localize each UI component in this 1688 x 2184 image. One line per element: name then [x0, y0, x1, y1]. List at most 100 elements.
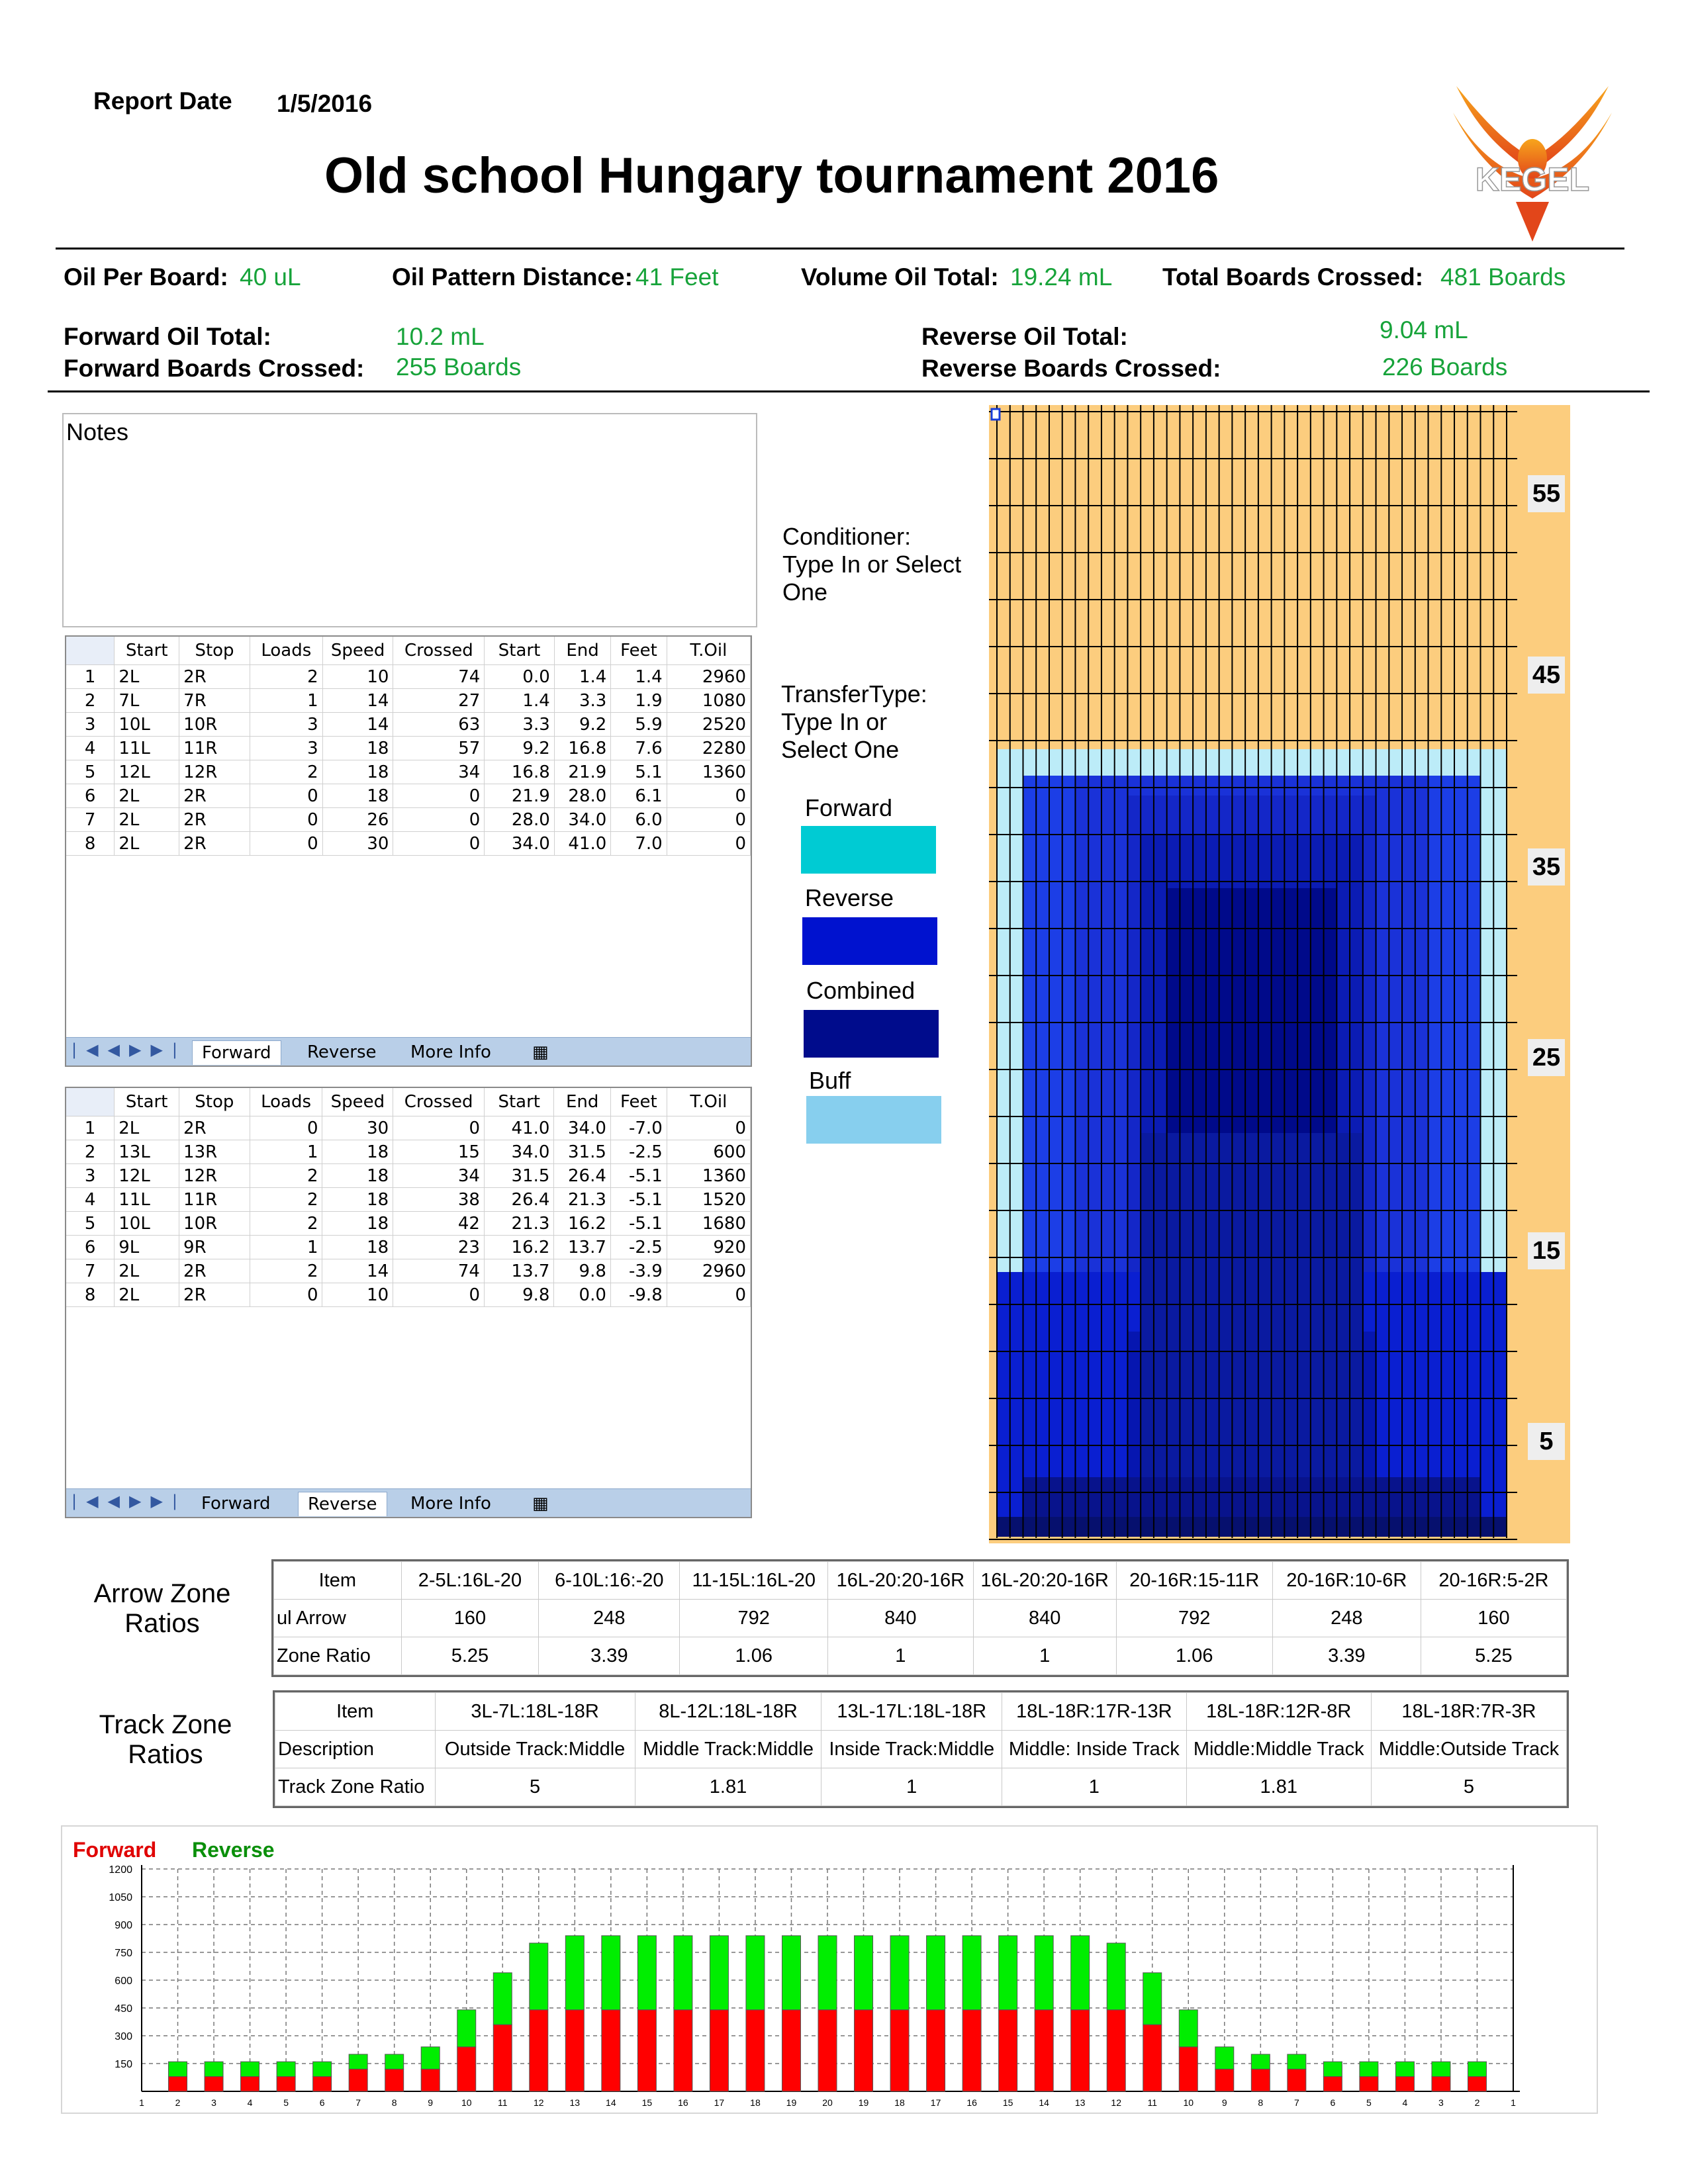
table-cell[interactable]: 2L — [114, 1259, 180, 1283]
table-cell[interactable]: 0 — [393, 1283, 485, 1307]
conditioner-field[interactable]: Conditioner: Type In or Select One — [782, 523, 961, 606]
table-row[interactable]: 3 12L 12R 2 18 34 31.5 26.4 -5.1 1360 — [66, 1163, 751, 1188]
table-cell[interactable]: 18 — [322, 1187, 394, 1212]
table-cell[interactable]: 3.3 — [484, 712, 555, 737]
table-cell[interactable]: 1360 — [667, 1163, 751, 1188]
table-cell[interactable]: 57 — [393, 736, 485, 760]
table-cell[interactable]: 21.3 — [484, 1211, 555, 1236]
table-cell[interactable]: 9.2 — [484, 736, 555, 760]
table-cell[interactable]: 34.0 — [484, 1140, 555, 1164]
table-row[interactable]: 2 13L 13R 1 18 15 34.0 31.5 -2.5 600 — [66, 1140, 751, 1164]
table-row[interactable]: 2 7L 7R 1 14 27 1.4 3.3 1.9 1080 — [66, 688, 751, 713]
table-cell[interactable]: 74 — [393, 1259, 485, 1283]
table-cell[interactable]: 16.8 — [484, 760, 555, 784]
table-cell[interactable]: 10L — [114, 1211, 180, 1236]
table-cell[interactable]: 1080 — [667, 688, 751, 713]
table-cell[interactable]: 7.6 — [610, 736, 667, 760]
tab-forward[interactable]: Forward — [192, 1492, 280, 1516]
table-cell[interactable]: -2.5 — [610, 1140, 667, 1164]
table-cell[interactable]: 2R — [179, 784, 250, 808]
table-cell[interactable]: 1 — [250, 1140, 323, 1164]
table-cell[interactable]: 2R — [179, 831, 250, 856]
table-cell[interactable]: 1360 — [667, 760, 751, 784]
table-cell[interactable]: 1520 — [667, 1187, 751, 1212]
table-cell[interactable]: 10 — [322, 664, 394, 689]
table-cell[interactable]: 34.0 — [484, 831, 555, 856]
table-cell[interactable]: 2 — [250, 1187, 323, 1212]
graph-corner-icon[interactable] — [990, 408, 1001, 421]
table-cell[interactable]: 2R — [179, 1116, 250, 1140]
table-row[interactable]: 5 12L 12R 2 18 34 16.8 21.9 5.1 1360 — [66, 760, 751, 784]
table-cell[interactable]: 12R — [179, 760, 250, 784]
table-cell[interactable]: -5.1 — [610, 1187, 667, 1212]
table-cell[interactable]: 34.0 — [554, 807, 612, 832]
add-sheet-icon[interactable]: ▦ — [523, 1040, 558, 1064]
table-row[interactable]: 1 2L 2R 0 30 0 41.0 34.0 -7.0 0 — [66, 1116, 751, 1140]
table-cell[interactable]: 18 — [322, 736, 394, 760]
notes-box[interactable]: Notes — [62, 413, 757, 627]
transfer-type-field[interactable]: TransferType: Type In or Select One — [781, 680, 927, 764]
table-cell[interactable]: 0 — [667, 831, 751, 856]
table-cell[interactable]: 28.0 — [484, 807, 555, 832]
record-nav-icons[interactable]: |◀◀▶▶| — [71, 1492, 187, 1510]
table-cell[interactable]: 18 — [322, 784, 394, 808]
table-cell[interactable]: 3.3 — [554, 688, 612, 713]
table-row[interactable]: 8 2L 2R 0 10 0 9.8 0.0 -9.8 0 — [66, 1283, 751, 1307]
table-cell[interactable]: 16.8 — [554, 736, 612, 760]
table-cell[interactable]: 41.0 — [484, 1116, 555, 1140]
table-cell[interactable]: 0.0 — [484, 664, 555, 689]
column-header[interactable]: Speed — [322, 1088, 394, 1116]
table-cell[interactable]: 27 — [393, 688, 485, 713]
table-cell[interactable]: 10 — [322, 1283, 394, 1307]
column-header[interactable]: Start — [484, 1088, 555, 1116]
table-cell[interactable]: 38 — [393, 1187, 485, 1212]
table-cell[interactable]: -3.9 — [610, 1259, 667, 1283]
table-cell[interactable]: 23 — [393, 1235, 485, 1259]
table-cell[interactable]: 9.2 — [554, 712, 612, 737]
table-cell[interactable]: 26 — [322, 807, 394, 832]
table-cell[interactable]: 18 — [322, 1235, 394, 1259]
table-cell[interactable]: 0 — [393, 1116, 485, 1140]
table-cell[interactable]: 9R — [179, 1235, 250, 1259]
column-header[interactable]: Crossed — [393, 637, 485, 665]
add-sheet-icon[interactable]: ▦ — [523, 1492, 558, 1516]
table-cell[interactable]: 21.9 — [554, 760, 612, 784]
table-cell[interactable]: 2R — [179, 1259, 250, 1283]
table-cell[interactable]: 13.7 — [484, 1259, 555, 1283]
table-cell[interactable]: 2960 — [667, 664, 751, 689]
table-cell[interactable]: 7L — [114, 688, 180, 713]
table-cell[interactable]: 12L — [114, 1163, 180, 1188]
table-cell[interactable]: 9.8 — [484, 1283, 555, 1307]
table-cell[interactable]: 0 — [667, 784, 751, 808]
table-cell[interactable]: 30 — [322, 831, 394, 856]
table-cell[interactable]: 0 — [667, 1116, 751, 1140]
table-cell[interactable]: 74 — [393, 664, 485, 689]
table-row[interactable]: 4 11L 11R 3 18 57 9.2 16.8 7.6 2280 — [66, 736, 751, 760]
table-cell[interactable]: 18 — [322, 1163, 394, 1188]
table-cell[interactable]: 0 — [393, 831, 485, 856]
tab-forward[interactable]: Forward — [192, 1040, 281, 1065]
table-cell[interactable]: 0 — [667, 1283, 751, 1307]
table-cell[interactable]: 26.4 — [553, 1163, 611, 1188]
table-cell[interactable]: 2280 — [667, 736, 751, 760]
table-cell[interactable]: 12L — [114, 760, 180, 784]
table-cell[interactable]: 42 — [393, 1211, 485, 1236]
table-row[interactable]: 7 2L 2R 2 14 74 13.7 9.8 -3.9 2960 — [66, 1259, 751, 1283]
column-header[interactable]: End — [553, 1088, 611, 1116]
record-nav-icons[interactable]: |◀◀▶▶| — [71, 1040, 187, 1059]
table-cell[interactable]: 10R — [179, 1211, 250, 1236]
table-cell[interactable]: -2.5 — [610, 1235, 667, 1259]
table-row[interactable]: 3 10L 10R 3 14 63 3.3 9.2 5.9 2520 — [66, 712, 751, 737]
tab-reverse[interactable]: Reverse — [298, 1040, 386, 1064]
column-header[interactable]: Start — [114, 637, 180, 665]
column-header[interactable]: Start — [114, 1088, 180, 1116]
table-cell[interactable]: 7R — [179, 688, 250, 713]
table-row[interactable]: 6 2L 2R 0 18 0 21.9 28.0 6.1 0 — [66, 784, 751, 808]
column-header[interactable]: End — [554, 637, 612, 665]
table-cell[interactable]: 1 — [250, 1235, 323, 1259]
column-header[interactable]: T.Oil — [667, 1088, 751, 1116]
column-header[interactable]: Loads — [250, 1088, 323, 1116]
table-cell[interactable]: 920 — [667, 1235, 751, 1259]
table-cell[interactable]: 1680 — [667, 1211, 751, 1236]
table-cell[interactable]: 7.0 — [610, 831, 667, 856]
